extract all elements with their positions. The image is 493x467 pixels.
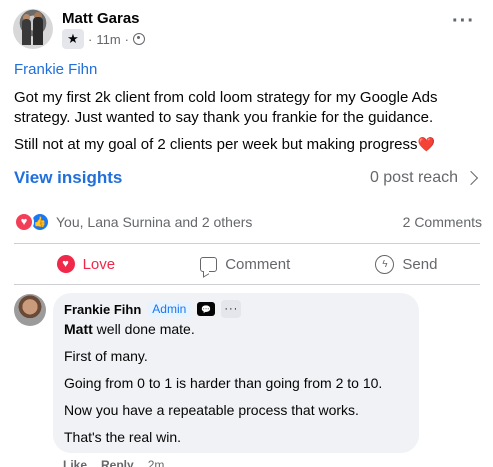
send-button[interactable]: ϟ Send	[355, 251, 457, 278]
reaction-icons: ♥ 👍	[14, 212, 50, 232]
comment-bubble: Frankie Fihn Admin 💬 ··· Matt well done …	[53, 293, 419, 453]
comment-line: First of many.	[64, 348, 148, 364]
comments-count[interactable]: 2 Comments	[403, 214, 482, 230]
comment-first-line: well done mate.	[92, 321, 195, 337]
comment-body: Matt well done mate. First of many. Goin…	[64, 320, 414, 455]
comment-line: Now you have a repeatable process that w…	[64, 402, 359, 418]
author-name[interactable]: Matt Garas	[62, 10, 140, 27]
post-meta: ★ · 11m ·	[62, 29, 146, 49]
dot-separator: ·	[88, 31, 93, 47]
insights-row: View insights 0 post reach	[14, 166, 480, 190]
love-reaction-icon: ♥	[14, 212, 34, 232]
reactors-text: You, Lana Surnina and 2 others	[56, 214, 253, 230]
view-insights-link[interactable]: View insights	[14, 168, 122, 188]
reactions-summary-row: ♥ 👍 You, Lana Surnina and 2 others 2 Com…	[14, 210, 482, 234]
comment-time[interactable]: 2m	[148, 458, 165, 467]
chat-badge-icon: 💬	[197, 302, 216, 316]
group-link[interactable]: Frankie Fihn	[14, 61, 97, 78]
comment-label: Comment	[225, 255, 291, 273]
comment-header: Frankie Fihn Admin 💬 ···	[64, 300, 242, 318]
post-reach-label: 0 post reach	[369, 169, 458, 186]
love-icon: ♥	[56, 255, 75, 273]
post-reach[interactable]: 0 post reach	[370, 169, 480, 187]
star-badge-icon[interactable]: ★	[62, 29, 84, 49]
love-button[interactable]: ♥ Love	[37, 251, 136, 277]
comment-actions: Like Reply 2m	[63, 458, 164, 467]
post-body: Got my first 2k client from cold loom st…	[14, 88, 482, 161]
mention-link[interactable]: Matt	[64, 321, 93, 337]
dot-separator: ·	[124, 31, 130, 47]
audience-icon[interactable]	[133, 33, 146, 45]
feed-post: Matt Garas ★ · 11m · ··· Frankie Fihn Go…	[0, 0, 493, 467]
reactions-summary[interactable]: ♥ 👍 You, Lana Surnina and 2 others	[14, 212, 252, 232]
comment-reply-button[interactable]: Reply	[101, 458, 134, 467]
post-paragraph-2: Still not at my goal of 2 clients per we…	[14, 134, 482, 155]
post-actions: ♥ Love Comment ϟ Send	[14, 248, 480, 280]
divider	[14, 284, 480, 285]
comment-line: Matt well done mate.	[64, 320, 414, 338]
post-paragraph-2-text: Still not at my goal of 2 clients per we…	[14, 136, 418, 153]
comment-like-button[interactable]: Like	[63, 458, 87, 467]
comment-button[interactable]: Comment	[180, 252, 310, 277]
heart-emoji: ❤️	[417, 136, 435, 152]
more-options-icon[interactable]: ···	[452, 11, 475, 31]
comment-line: That's the real win.	[64, 429, 182, 445]
divider	[14, 243, 480, 244]
commenter-name[interactable]: Frankie Fihn	[64, 302, 141, 317]
author-avatar[interactable]	[13, 9, 53, 49]
messenger-icon: ϟ	[375, 254, 395, 274]
post-time[interactable]: 11m	[96, 32, 120, 47]
comment-line: Going from 0 to 1 is harder than going f…	[64, 375, 383, 391]
comment-more-icon[interactable]: ···	[221, 300, 242, 318]
chevron-right-icon	[463, 170, 479, 186]
admin-badge: Admin	[147, 301, 192, 317]
send-label: Send	[402, 255, 438, 273]
commenter-avatar[interactable]	[14, 294, 46, 326]
post-paragraph-1: Got my first 2k client from cold loom st…	[14, 89, 438, 126]
comment-icon	[200, 256, 218, 272]
love-label: Love	[82, 255, 116, 273]
